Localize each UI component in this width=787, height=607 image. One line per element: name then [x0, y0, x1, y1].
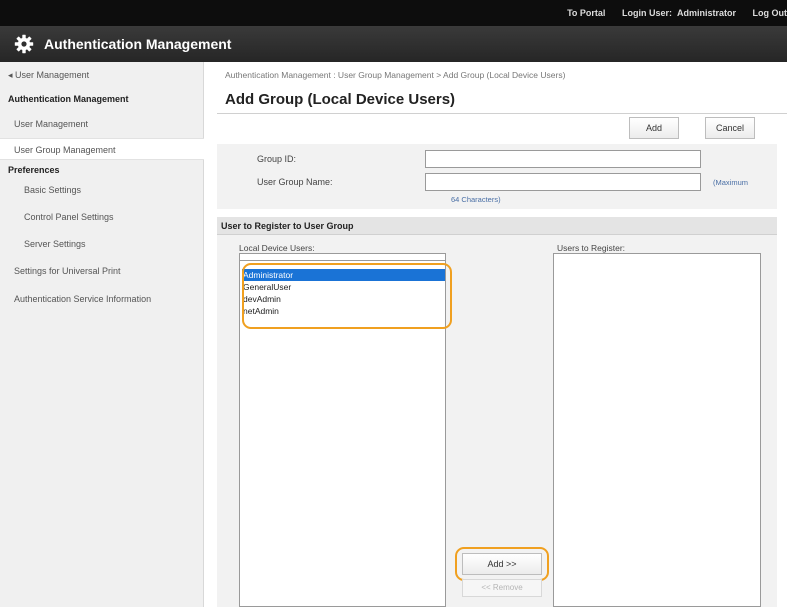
- group-form-panel: Group ID: User Group Name: (Maximum 64 C…: [217, 144, 777, 209]
- login-user-name: Administrator: [676, 8, 736, 18]
- app-title: Authentication Management: [44, 36, 232, 52]
- max-length-hint-cont: 64 Characters): [451, 195, 501, 204]
- login-user-label: Login User:: [621, 8, 672, 18]
- remove-button[interactable]: << Remove: [462, 579, 542, 597]
- sidebar-item-control-panel-settings[interactable]: Control Panel Settings: [0, 212, 204, 222]
- sidebar-item-auth-service-info[interactable]: Authentication Service Information: [0, 294, 204, 304]
- local-users-label: Local Device Users:: [239, 243, 315, 253]
- highlight-add-button: [455, 547, 549, 581]
- user-group-name-label: User Group Name:: [257, 177, 333, 187]
- back-arrow-icon: ◂: [8, 70, 13, 80]
- user-group-name-field[interactable]: [425, 173, 701, 191]
- sidebar-section-preferences: Preferences: [8, 165, 60, 175]
- add-button[interactable]: Add: [629, 117, 679, 139]
- sidebar-item-basic-settings[interactable]: Basic Settings: [0, 185, 204, 195]
- title-divider: [217, 113, 787, 114]
- sidebar-section-authentication: Authentication Management: [8, 94, 129, 104]
- breadcrumb: Authentication Management : User Group M…: [225, 70, 566, 80]
- sidebar-item-user-management[interactable]: User Management: [0, 112, 204, 136]
- top-bar: To Portal Login User: Administrator Log O…: [0, 0, 787, 26]
- group-id-field[interactable]: [425, 150, 701, 168]
- users-to-register-listbox[interactable]: [553, 253, 761, 607]
- cancel-button[interactable]: Cancel: [705, 117, 755, 139]
- register-panel-header: User to Register to User Group: [217, 217, 777, 235]
- page-title: Add Group (Local Device Users): [225, 91, 456, 108]
- group-id-label: Group ID:: [257, 154, 297, 164]
- main-content: Authentication Management : User Group M…: [205, 62, 787, 607]
- top-links: To Portal Login User: Administrator Log O…: [553, 8, 787, 18]
- sidebar-back-label: User Management: [15, 70, 90, 80]
- sidebar-back-link[interactable]: ◂ User Management: [8, 70, 212, 81]
- sidebar-item-universal-print[interactable]: Settings for Universal Print: [0, 266, 204, 276]
- logout-link[interactable]: Log Out: [753, 8, 787, 18]
- users-to-register-label: Users to Register:: [557, 243, 626, 253]
- register-users-panel: User to Register to User Group Local Dev…: [217, 217, 777, 607]
- sidebar-item-server-settings[interactable]: Server Settings: [0, 239, 204, 249]
- listbox-header-divider: [239, 253, 446, 261]
- sidebar: ◂ User Management Authentication Managem…: [0, 62, 204, 607]
- register-panel-title: User to Register to User Group: [221, 221, 354, 231]
- gear-icon: [14, 34, 34, 54]
- title-bar: Authentication Management: [0, 26, 787, 62]
- max-length-hint: (Maximum: [713, 178, 748, 187]
- to-portal-link[interactable]: To Portal: [567, 8, 605, 18]
- highlight-user-list: [242, 263, 452, 329]
- sidebar-item-user-group-management[interactable]: User Group Management: [0, 138, 204, 160]
